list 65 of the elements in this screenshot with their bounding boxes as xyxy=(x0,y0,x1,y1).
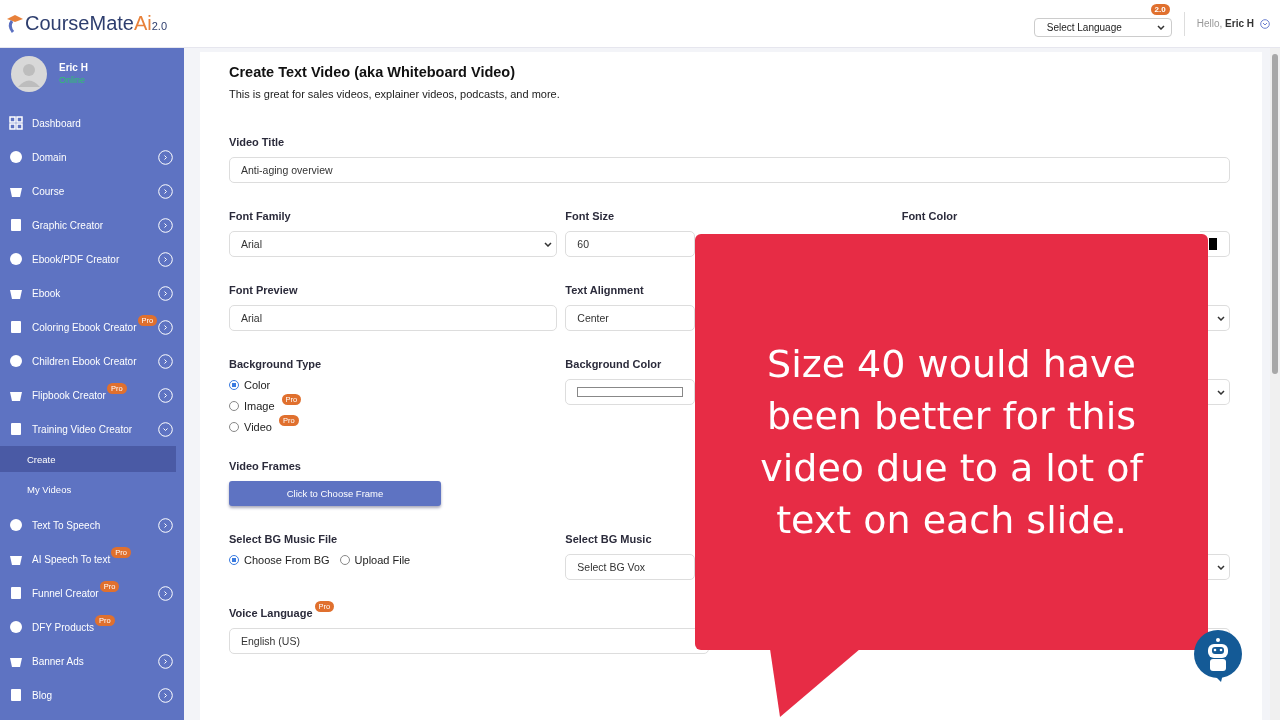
sidebar-item[interactable]: Ebook xyxy=(0,276,184,310)
font-preview-field: Arial xyxy=(229,305,558,331)
callout-text: Size 40 would have been better for this video due to a lot of text on each slide. xyxy=(759,341,1145,544)
page-subtitle: This is great for sales videos, explainer videos, podcasts, and more. xyxy=(229,88,561,100)
sidebar-item[interactable]: Blog xyxy=(0,678,184,712)
field-label: Video Frames xyxy=(229,460,301,472)
choose-frame-button[interactable]: Click to Choose Frame xyxy=(229,481,441,506)
page-title: Create Text Video (aka Whiteboard Video) xyxy=(229,64,517,82)
field-label: Video Title xyxy=(229,136,285,148)
menu-item-icon xyxy=(9,586,23,600)
menu-item-icon xyxy=(9,218,23,232)
field-label: Background Color xyxy=(565,358,662,370)
field-label: Font Color xyxy=(901,210,958,222)
field-label: Font Family xyxy=(229,210,291,222)
field-label: Background Type xyxy=(229,358,322,370)
radio-label: Image xyxy=(244,400,275,412)
sidebar-item[interactable]: Ebook/PDF Creator xyxy=(0,242,184,276)
menu-item-icon xyxy=(9,620,23,634)
field-label: Voice Language xyxy=(229,607,313,619)
field-label: Select BG Music File xyxy=(229,533,338,545)
sidebar-item[interactable]: Training Video Creator xyxy=(0,412,184,446)
field-label: Select BG Music xyxy=(565,533,652,545)
background-color-field[interactable] xyxy=(565,379,696,405)
radio-label: Choose From BG xyxy=(244,554,330,566)
scrollbar-thumb[interactable] xyxy=(1272,54,1278,374)
sidebar-item[interactable]: Children Ebook Creator xyxy=(0,344,184,378)
radio-label: Upload File xyxy=(354,554,411,566)
radio-label: Color xyxy=(244,379,271,391)
radio-button[interactable] xyxy=(229,555,239,565)
user-status: Online xyxy=(59,75,86,85)
version-badge: 2.0 xyxy=(1150,4,1170,15)
menu-item-icon xyxy=(9,116,23,130)
sidebar-item[interactable]: Dashboard xyxy=(0,106,184,140)
field-label: Font Preview xyxy=(229,284,298,296)
sidebar-item[interactable]: Banner Ads xyxy=(0,644,184,678)
submenu-item[interactable]: My Videos xyxy=(0,476,176,502)
sidebar-item[interactable]: Course xyxy=(0,174,184,208)
language-select[interactable]: Select Language xyxy=(1033,18,1172,37)
menu-item-icon xyxy=(9,252,23,266)
radio-label: Video xyxy=(244,421,272,433)
menu-item-icon xyxy=(9,354,23,368)
bg-music-select[interactable]: Select BG Vox xyxy=(565,554,696,580)
cap-icon xyxy=(6,13,24,34)
radio-button[interactable] xyxy=(229,380,239,390)
user-name: Eric H xyxy=(59,62,88,73)
dropdown-icon[interactable] xyxy=(1260,18,1270,29)
user-greeting[interactable]: Hello, Eric H xyxy=(1196,18,1254,29)
field-label: Font Size xyxy=(565,210,615,222)
avatar-icon xyxy=(11,56,47,92)
menu-item-icon xyxy=(9,688,23,702)
font-size-field[interactable]: 60 xyxy=(565,231,696,257)
menu-item-icon xyxy=(9,422,23,436)
color-picker[interactable] xyxy=(577,387,684,397)
text-alignment-select[interactable]: Center xyxy=(565,305,696,331)
font-family-select[interactable]: Arial xyxy=(229,231,558,257)
menu-item-icon xyxy=(9,518,23,532)
sidebar-item[interactable]: Domain xyxy=(0,140,184,174)
sidebar-item[interactable]: Text To Speech xyxy=(0,508,184,542)
submenu-item[interactable]: Create xyxy=(0,446,176,472)
logo-text: CourseMateAi2.0 xyxy=(25,12,168,35)
menu-item-icon xyxy=(9,150,23,164)
sidebar-item[interactable]: Graphic Creator xyxy=(0,208,184,242)
menu-item-icon xyxy=(9,320,23,334)
video-title-field[interactable]: Anti-aging overview xyxy=(229,157,1230,183)
field-label: Text Alignment xyxy=(565,284,644,296)
